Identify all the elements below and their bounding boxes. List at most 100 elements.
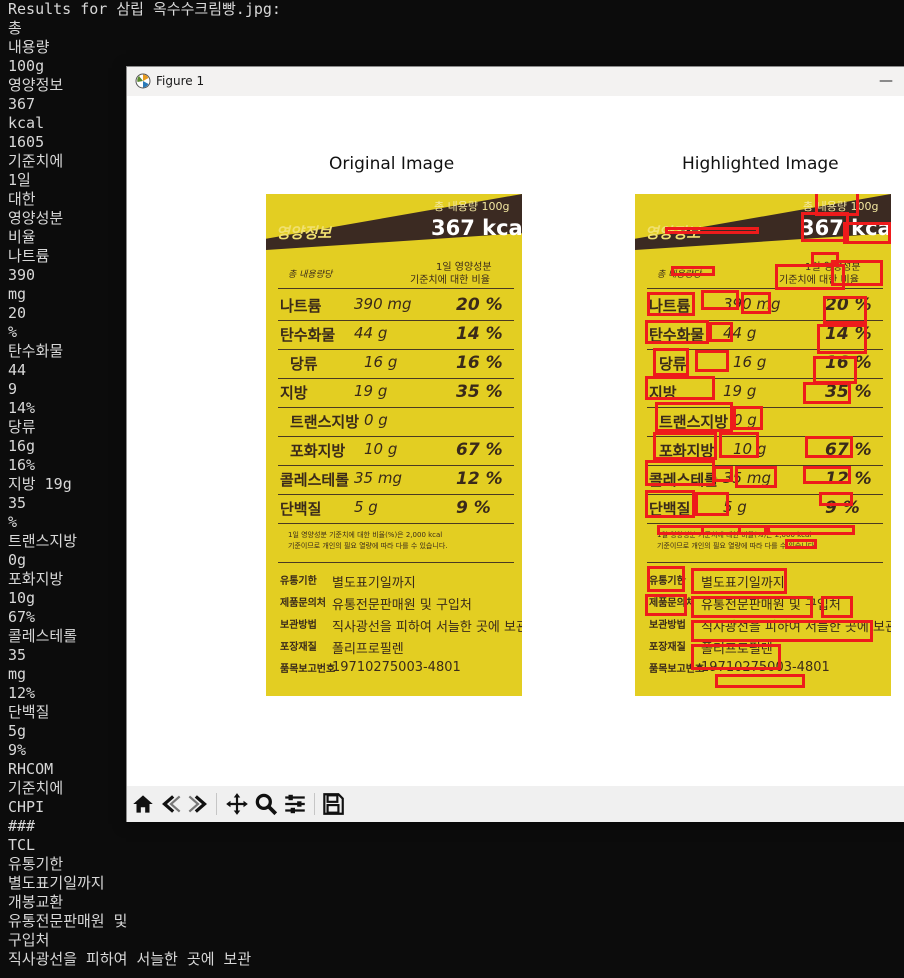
detection-box (819, 492, 853, 506)
nutrient-name: 나트륨 (280, 297, 322, 315)
minimize-button[interactable]: — (877, 69, 895, 93)
info-value: 19710275003-4801 (332, 660, 461, 675)
figure-window: Figure 1 — Original Image Highlighted Im… (126, 66, 904, 822)
detection-box (821, 596, 853, 618)
detection-box (701, 290, 739, 310)
zoom-icon[interactable] (253, 791, 279, 817)
label-net-content: 총 내용량 100g (434, 200, 510, 213)
nutrient-percent: 12 % (456, 469, 503, 489)
label-footnote: 기준이므로 개인의 필요 열량에 따라 다를 수 있습니다. (288, 542, 448, 550)
info-value: 별도표기일까지 (332, 576, 416, 591)
detection-box (823, 296, 867, 324)
label-rule (278, 494, 514, 495)
nutrient-name: 탄수화물 (280, 326, 336, 344)
ocr-result-line: 유통전문판매원 및 (8, 912, 128, 930)
detection-box (653, 348, 689, 376)
detection-box (741, 292, 771, 314)
nutrient-amount: 16 g (733, 353, 767, 371)
detection-box (645, 594, 687, 616)
right-subplot-title: Highlighted Image (682, 154, 839, 174)
left-subplot-title: Original Image (329, 154, 455, 174)
label-rule (647, 562, 883, 563)
title-bar[interactable]: Figure 1 — (127, 67, 904, 96)
ocr-result-line: 직사광선을 피하여 서늘한 곳에 보관 (8, 950, 252, 968)
detection-box (843, 222, 891, 244)
detection-box (665, 227, 759, 234)
nutrient-percent: 67 % (456, 440, 503, 460)
detection-box (801, 212, 849, 242)
detection-box (701, 525, 767, 535)
window-title: Figure 1 (156, 74, 205, 88)
forward-icon[interactable] (185, 791, 211, 817)
nutrient-amount: 44 g (354, 324, 388, 342)
label-rule (647, 288, 883, 289)
label-kcal: 367 kcal (431, 216, 522, 240)
detection-box (695, 350, 729, 372)
detection-box (713, 466, 733, 482)
highlighted-image: 영양정보 총 내용량 100g 367 kcal 총 내용량당 1일 영양성분 기준치에 … (635, 194, 891, 696)
toolbar-separator (216, 793, 217, 815)
detection-box (785, 539, 817, 549)
configure-icon[interactable] (282, 791, 308, 817)
label-rule (278, 349, 514, 350)
detection-box (691, 568, 787, 594)
matplotlib-icon (135, 73, 151, 89)
results-header: Results for 삼립 옥수수크림빵.jpg: (8, 0, 281, 18)
original-image: 영양정보 총 내용량 100g 367 kcal 총 내용량당 1일 영양성분 기준치에 … (266, 194, 522, 696)
nutrient-amount: 5 g (354, 498, 378, 516)
label-rule (278, 320, 514, 321)
nutrient-name: 지방 (280, 384, 308, 402)
label-rule (278, 562, 514, 563)
label-rule (278, 523, 514, 524)
detection-box (691, 620, 873, 642)
nutrient-name: 단백질 (280, 500, 322, 518)
ocr-result-line: 유통기한 (8, 855, 64, 873)
label-rule (278, 288, 514, 289)
detection-box (691, 644, 781, 670)
detection-box (803, 382, 851, 404)
detection-box (653, 432, 717, 460)
detection-box (803, 466, 851, 484)
ocr-result-line: 별도표기일까지 (8, 874, 105, 892)
label-rule (278, 465, 514, 466)
nutrient-name: 콜레스테롤 (280, 471, 350, 489)
label-rule (278, 436, 514, 437)
detection-box (831, 260, 883, 286)
label-rule (647, 523, 883, 524)
plot-canvas: Original Image Highlighted Image 영양정보 총 내… (127, 96, 904, 786)
info-key: 제품문의처 (280, 598, 326, 609)
label-sub-left: 총 내용량당 (288, 270, 333, 280)
label-footnote: 1일 영양성분 기준치에 대한 비율(%)은 2,000 kcal (288, 531, 443, 539)
save-icon[interactable] (320, 791, 346, 817)
nutrient-amount: 19 g (723, 382, 757, 400)
nutrient-amount: 0 g (364, 411, 388, 429)
detection-box (805, 436, 853, 458)
ocr-result-line: TCL (8, 836, 36, 854)
detection-box (691, 596, 813, 618)
home-icon[interactable] (130, 791, 156, 817)
info-key: 포장재질 (649, 642, 686, 653)
info-key: 유통기한 (280, 576, 317, 587)
detection-box (645, 490, 695, 518)
pan-icon[interactable] (224, 791, 250, 817)
info-value: 직사광선을 피하여 서늘한 곳에 보관 (332, 620, 522, 635)
ocr-result-line: 개봉교환 (8, 893, 64, 911)
label-rule (278, 378, 514, 379)
nutrient-amount: 10 g (364, 440, 398, 458)
detection-box (645, 460, 715, 486)
nutrient-percent: 9 % (456, 498, 491, 518)
detection-box (715, 674, 805, 688)
nutrient-percent: 16 % (456, 353, 503, 373)
info-key: 보관방법 (649, 620, 686, 631)
detection-box (647, 566, 685, 592)
nutrient-amount: 16 g (364, 353, 398, 371)
label-brand: 영양정보 (276, 224, 332, 242)
detection-box (655, 402, 733, 432)
detection-box (719, 432, 759, 458)
nutrient-percent: 14 % (456, 324, 503, 344)
detection-box (647, 292, 695, 316)
toolbar-separator (314, 793, 315, 815)
back-icon[interactable] (158, 791, 184, 817)
label-sub-right: 기준치에 대한 비율 (410, 275, 490, 286)
info-value: 유통전문판매원 및 구입처 (332, 598, 472, 613)
